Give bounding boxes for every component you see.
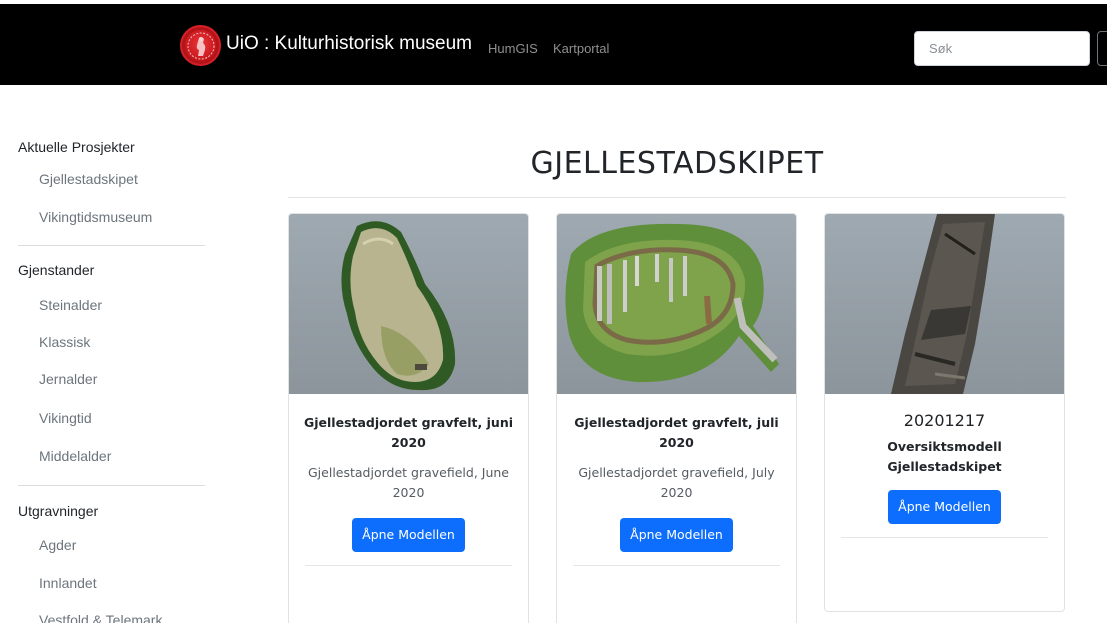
card-title: Gjellestadjordet gravfelt, juni 2020 (304, 415, 513, 450)
page-title: GJELLESTADSKIPET (530, 146, 824, 181)
card-divider (573, 565, 780, 566)
card-title: Gjellestadjordet gravfelt, juli 2020 (574, 415, 779, 450)
card-date: 20201217 (903, 411, 986, 430)
open-model-button[interactable]: Åpne Modellen (620, 518, 733, 552)
sidebar-heading-gjenstander[interactable]: Gjenstander (18, 262, 94, 278)
card-thumbnail[interactable] (825, 214, 1064, 394)
model-card-juni: Gjellestadjordet gravfelt, juni 2020 Gje… (288, 213, 529, 623)
sidebar-item-steinalder[interactable]: Steinalder (39, 297, 102, 313)
sidebar-item-innlandet[interactable]: Innlandet (39, 575, 97, 591)
card-divider (841, 537, 1048, 538)
nav-link-kartportal[interactable]: Kartportal (553, 41, 609, 56)
card-thumbnail[interactable] (289, 214, 528, 394)
title-divider (288, 197, 1066, 198)
sidebar-item-klassisk[interactable]: Klassisk (39, 334, 90, 350)
search-button[interactable] (1097, 31, 1107, 66)
brand-title[interactable]: UiO : Kulturhistorisk museum (226, 33, 472, 55)
card-divider (305, 565, 512, 566)
sidebar-item-agder[interactable]: Agder (39, 537, 76, 553)
sidebar-item-vestfold-telemark[interactable]: Vestfold & Telemark (39, 612, 162, 623)
sidebar-heading-utgravninger[interactable]: Utgravninger (18, 503, 98, 519)
card-title: Oversiktsmodell Gjellestadskipet (887, 439, 1002, 474)
model-card-oversikt: 20201217 Oversiktsmodell Gjellestadskipe… (824, 213, 1065, 612)
sidebar-heading-aktuelle-prosjekter[interactable]: Aktuelle Prosjekter (18, 139, 135, 155)
top-navbar: UiO : Kulturhistorisk museum HumGIS Kart… (0, 4, 1107, 85)
card-thumbnail[interactable] (557, 214, 796, 394)
uio-logo-icon[interactable] (180, 25, 221, 66)
model-card-juli: Gjellestadjordet gravfelt, juli 2020 Gje… (556, 213, 797, 623)
sidebar-item-vikingtidsmuseum[interactable]: Vikingtidsmuseum (39, 209, 152, 225)
nav-link-humgis[interactable]: HumGIS (488, 41, 538, 56)
open-model-button[interactable]: Åpne Modellen (888, 490, 1001, 524)
open-model-button[interactable]: Åpne Modellen (352, 518, 465, 552)
search-input[interactable] (914, 31, 1090, 66)
sidebar-divider (18, 485, 205, 486)
card-subtitle: Gjellestadjordet gravefield, July 2020 (578, 465, 775, 500)
card-subtitle: Gjellestadjordet gravefield, June 2020 (308, 465, 509, 500)
sidebar-item-middelalder[interactable]: Middelalder (39, 448, 111, 464)
sidebar-item-gjellestadskipet[interactable]: Gjellestadskipet (39, 171, 138, 187)
sidebar-divider (18, 245, 205, 246)
sidebar-item-jernalder[interactable]: Jernalder (39, 371, 97, 387)
sidebar-item-vikingtid[interactable]: Vikingtid (39, 410, 92, 426)
